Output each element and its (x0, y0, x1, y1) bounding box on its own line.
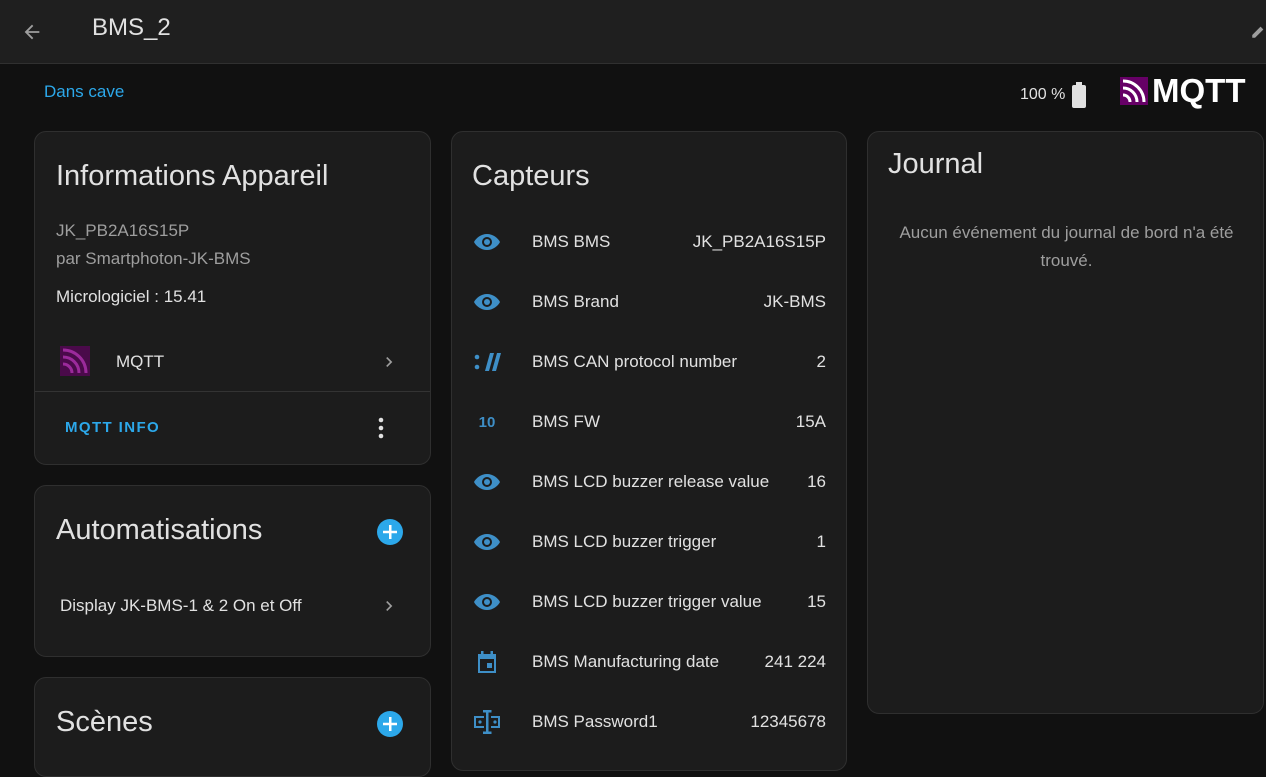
sensor-value: JK_PB2A16S15P (692, 232, 826, 251)
journal-card: Journal Aucun événement du journal de bo… (867, 131, 1264, 714)
sensor-name: BMS CAN protocol number (532, 352, 738, 371)
edit-button[interactable] (1250, 22, 1266, 42)
password-icon (473, 710, 501, 734)
plus-icon (383, 717, 397, 731)
battery-icon (1072, 82, 1087, 108)
sensor-value: 1 (816, 532, 826, 551)
eye-icon (473, 470, 501, 494)
sensor-value: 16 (807, 472, 826, 491)
sensor-value: 15 (807, 592, 826, 611)
sensor-value: 241 224 (764, 652, 826, 671)
sensor-row[interactable]: BMS LCD buzzer trigger 1 (452, 512, 846, 572)
sensor-row[interactable]: BMS CAN protocol number 2 (452, 332, 846, 392)
eye-icon (473, 530, 501, 554)
automation-label: Display JK-BMS-1 & 2 On et Off (60, 596, 302, 615)
calendar-icon (473, 650, 501, 674)
sensor-value: JK-BMS (763, 292, 826, 311)
sensor-row[interactable]: BMS LCD buzzer release value 16 (452, 452, 846, 512)
eye-icon (473, 290, 501, 314)
integration-row-mqtt[interactable]: MQTT (35, 336, 430, 388)
sensor-name: BMS LCD buzzer trigger value (532, 592, 762, 611)
back-button[interactable] (12, 12, 52, 52)
card-divider (35, 391, 430, 392)
add-automation-button[interactable] (377, 519, 403, 545)
sensor-name: BMS Password1 (532, 712, 658, 731)
sensor-row[interactable]: BMS Brand JK-BMS (452, 272, 846, 332)
top-bar: BMS_2 (0, 0, 1266, 64)
add-scene-button[interactable] (377, 711, 403, 737)
journal-title: Journal (888, 148, 984, 180)
area-link[interactable]: Dans cave (44, 82, 124, 102)
device-model: JK_PB2A16S15P (56, 221, 190, 240)
mqtt-integration-icon (60, 346, 90, 376)
eye-icon (473, 230, 501, 254)
sensors-card: Capteurs BMS BMS JK_PB2A16S15P BMS Brand… (451, 131, 847, 771)
mqtt-logo: MQTT (1120, 72, 1246, 109)
arrow-left-icon (24, 24, 40, 40)
integration-label: MQTT (116, 352, 165, 371)
battery-text: 100 % (1020, 86, 1066, 103)
automations-card: Automatisations Display JK-BMS-1 & 2 On … (34, 485, 431, 657)
pencil-icon (1252, 26, 1264, 38)
journal-empty-message: Aucun événement du journal de bord n'a é… (899, 223, 1234, 270)
sensor-row[interactable]: 10 BMS FW 15A (452, 392, 846, 452)
device-info-title: Informations Appareil (56, 160, 329, 192)
binary-icon: 10 (478, 413, 496, 431)
sensor-name: BMS FW (532, 412, 600, 431)
scenes-card: Scènes (34, 677, 431, 777)
sensor-value: 15A (795, 412, 826, 431)
dots-vertical-icon (378, 417, 384, 439)
sensor-row[interactable]: BMS BMS JK_PB2A16S15P (452, 212, 846, 272)
numeric-icon (473, 350, 501, 374)
more-options-button[interactable] (369, 412, 393, 444)
mqtt-logo-text: MQTT (1152, 72, 1246, 109)
plus-icon (383, 525, 397, 539)
page-title: BMS_2 (92, 14, 171, 41)
mqtt-logo-icon (1120, 77, 1148, 105)
sensor-value: 2 (816, 352, 826, 371)
scenes-title: Scènes (56, 706, 153, 738)
sensor-name: BMS BMS (532, 232, 611, 251)
sensor-row[interactable]: BMS Manufacturing date 241 224 (452, 632, 846, 692)
sensor-name: BMS LCD buzzer release value (532, 472, 770, 491)
eye-icon (473, 590, 501, 614)
chevron-right-icon (386, 601, 393, 611)
automations-title: Automatisations (56, 514, 263, 546)
mqtt-info-button[interactable]: MQTT INFO (65, 419, 160, 436)
sensor-value: 12345678 (750, 712, 826, 731)
device-firmware: Micrologiciel : 15.41 (56, 287, 207, 306)
sensor-row[interactable]: BMS LCD buzzer trigger value 15 (452, 572, 846, 632)
sensors-title: Capteurs (472, 160, 590, 192)
device-manufacturer: par Smartphoton-JK-BMS (56, 249, 251, 268)
sensor-name: BMS Brand (532, 292, 619, 311)
sensor-name: BMS Manufacturing date (532, 652, 720, 671)
chevron-right-icon (386, 357, 393, 367)
battery-status: 100 % (1020, 82, 1087, 108)
automation-item[interactable]: Display JK-BMS-1 & 2 On et Off (35, 585, 430, 627)
sensor-row[interactable]: BMS Password1 12345678 (452, 692, 846, 752)
sensor-name: BMS LCD buzzer trigger (532, 532, 717, 551)
device-info-card: Informations Appareil JK_PB2A16S15P par … (34, 131, 431, 465)
